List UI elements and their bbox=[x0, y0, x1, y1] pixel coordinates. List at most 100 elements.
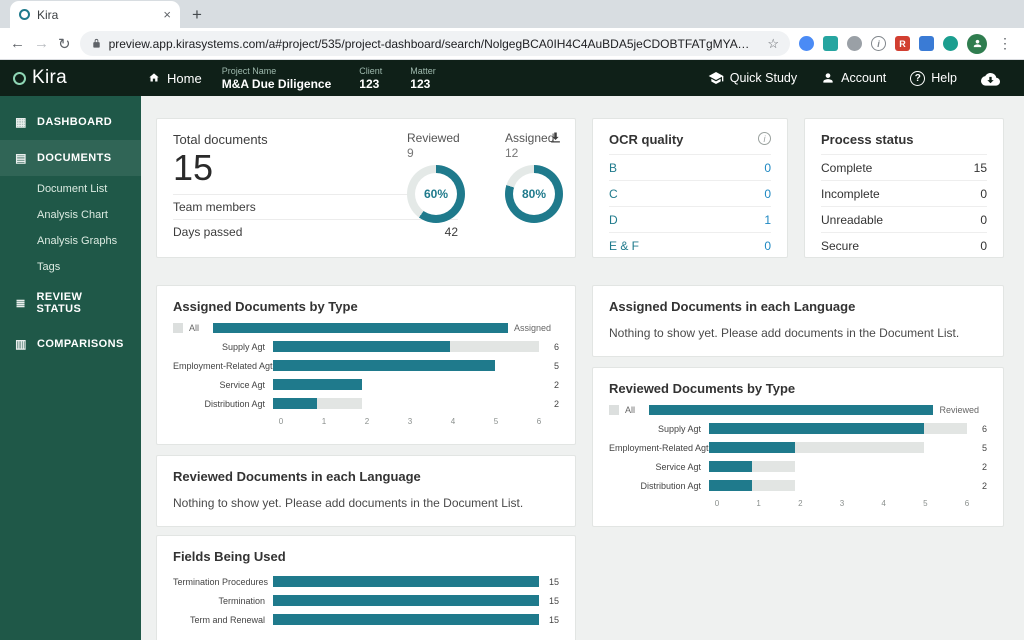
process-value: 0 bbox=[980, 238, 987, 253]
axis-tick-label: 1 bbox=[756, 499, 761, 508]
client-value: 123 bbox=[359, 76, 380, 91]
assigned-donut-chart: 80% bbox=[505, 165, 563, 223]
chart-rows: Supply Agt 6 Employment-Related Agt 5 Servic… bbox=[609, 423, 987, 491]
chart-row: Employment-Related Agt 5 bbox=[609, 442, 987, 453]
ocr-grade-count[interactable]: 0 bbox=[764, 187, 771, 201]
sidebar-item-dashboard[interactable]: ▦ DASHBOARD bbox=[0, 104, 141, 140]
browser-window: Kira × + ← → ↻ preview.app.kirasystems.c… bbox=[0, 0, 1024, 640]
bar-value bbox=[273, 614, 539, 625]
bar-track bbox=[273, 379, 539, 390]
nav-home[interactable]: Home bbox=[147, 71, 202, 86]
bar-total-label: 2 bbox=[981, 461, 987, 472]
bookmark-star-icon[interactable]: ☆ bbox=[767, 36, 779, 52]
sidebar-item-documents[interactable]: ▤ DOCUMENTS bbox=[0, 140, 141, 176]
ocr-grade-count[interactable]: 0 bbox=[764, 161, 771, 175]
extension-icon[interactable] bbox=[799, 36, 814, 51]
project-name-caption: Project Name bbox=[221, 65, 277, 76]
quick-study-button[interactable]: Quick Study bbox=[708, 70, 797, 86]
bar-value bbox=[709, 423, 924, 434]
empty-state-text: Nothing to show yet. Please add document… bbox=[609, 326, 960, 340]
sidebar-item-review-status[interactable]: ≣ REVIEW STATUS bbox=[0, 280, 141, 326]
ocr-grade-link[interactable]: C bbox=[609, 187, 618, 201]
matter-caption: Matter bbox=[410, 65, 436, 76]
axis-tick-label: 3 bbox=[407, 417, 413, 426]
info-icon[interactable]: i bbox=[758, 132, 771, 145]
bar-value bbox=[709, 480, 752, 491]
info-icon[interactable]: i bbox=[871, 36, 886, 51]
person-icon bbox=[973, 39, 981, 48]
bar-category-label: Service Agt bbox=[655, 461, 701, 472]
legend-label: Reviewed bbox=[939, 405, 979, 415]
documents-icon: ▤ bbox=[15, 151, 27, 165]
reviewed-label: Reviewed bbox=[407, 131, 460, 145]
reviewed-donut-group: Reviewed 9 60% bbox=[407, 131, 485, 223]
bar-total-label: 15 bbox=[548, 576, 559, 587]
kira-logo[interactable]: Kira bbox=[0, 67, 141, 89]
chart-row: Termination 15 bbox=[173, 595, 559, 606]
sidebar-item-analysis-graphs[interactable]: Analysis Graphs bbox=[0, 228, 141, 254]
bar-category-label: Supply Agt bbox=[657, 423, 701, 434]
bar-category-label: Term and Renewal bbox=[189, 614, 265, 625]
browser-tab[interactable]: Kira × bbox=[10, 1, 180, 28]
ocr-grade-link[interactable]: B bbox=[609, 161, 617, 175]
address-bar[interactable]: preview.app.kirasystems.com/a#project/53… bbox=[79, 31, 790, 56]
process-value: 0 bbox=[980, 212, 987, 227]
extension-camera-icon[interactable] bbox=[823, 36, 838, 51]
bar-total-label: 15 bbox=[548, 614, 559, 625]
process-label: Incomplete bbox=[821, 186, 880, 201]
card-title: Reviewed Documents in each Language bbox=[173, 469, 421, 484]
lock-icon bbox=[92, 38, 100, 48]
chart-legend: All Assigned bbox=[173, 323, 559, 333]
sidebar-item-analysis-chart[interactable]: Analysis Chart bbox=[0, 202, 141, 228]
home-label: Home bbox=[167, 70, 202, 86]
chart-row: Distribution Agt 2 bbox=[173, 398, 559, 409]
help-button[interactable]: ? Help bbox=[910, 70, 957, 86]
chart-row: Employment-Related Agt 5 bbox=[173, 360, 559, 371]
extension-r-icon[interactable]: R bbox=[895, 36, 910, 51]
bar-category-label: Distribution Agt bbox=[204, 398, 265, 409]
axis-tick-label: 6 bbox=[964, 499, 970, 508]
assigned-label: Assigned bbox=[505, 131, 555, 145]
bar-total-label: 2 bbox=[553, 379, 559, 390]
extension-icon[interactable] bbox=[919, 36, 934, 51]
bar-value bbox=[273, 576, 539, 587]
ocr-grade-link[interactable]: E & F bbox=[609, 239, 639, 253]
tab-close-icon[interactable]: × bbox=[163, 7, 171, 22]
card-title: Assigned Documents in each Language bbox=[609, 299, 856, 314]
bar-category-label: Employment-Related Agt bbox=[173, 360, 273, 371]
download-report-button[interactable] bbox=[548, 130, 563, 145]
bar-total-label: 6 bbox=[981, 423, 987, 434]
cloud-download-button[interactable] bbox=[981, 71, 1000, 86]
bar-value bbox=[273, 398, 318, 409]
question-icon: ? bbox=[910, 70, 926, 86]
ocr-grade-link[interactable]: D bbox=[609, 213, 618, 227]
url-text: preview.app.kirasystems.com/a#project/53… bbox=[108, 36, 761, 51]
new-tab-button[interactable]: + bbox=[192, 1, 202, 28]
ocr-grade-count[interactable]: 0 bbox=[764, 239, 771, 253]
forward-button[interactable]: → bbox=[34, 35, 49, 52]
sidebar-item-comparisons[interactable]: ▥ COMPARISONS bbox=[0, 326, 141, 362]
person-icon bbox=[823, 73, 833, 83]
back-button[interactable]: ← bbox=[10, 35, 25, 52]
card-title: Assigned Documents by Type bbox=[173, 299, 358, 314]
legend-label: Assigned bbox=[513, 323, 551, 333]
process-label: Secure bbox=[821, 238, 860, 253]
browser-menu-button[interactable]: ⋮ bbox=[996, 35, 1014, 52]
bar-track bbox=[709, 461, 967, 472]
profile-avatar[interactable] bbox=[967, 33, 987, 54]
kira-favicon-icon bbox=[19, 9, 30, 20]
bar-total-label: 5 bbox=[981, 442, 987, 453]
account-button[interactable]: Account bbox=[821, 71, 886, 85]
reload-button[interactable]: ↻ bbox=[58, 35, 71, 53]
project-name-value: M&A Due Diligence bbox=[221, 76, 332, 91]
axis-tick-label: 3 bbox=[839, 499, 845, 508]
days-passed-label: Days passed bbox=[173, 225, 243, 239]
card-title: Fields Being Used bbox=[173, 549, 286, 564]
sidebar-item-document-list[interactable]: Document List bbox=[0, 176, 141, 202]
extension-icon[interactable] bbox=[943, 36, 958, 51]
extension-icon[interactable] bbox=[847, 36, 862, 51]
sidebar-item-tags[interactable]: Tags bbox=[0, 254, 141, 280]
legend-swatch-assigned bbox=[213, 323, 508, 333]
ocr-grade-count[interactable]: 1 bbox=[764, 213, 771, 227]
legend-swatch-reviewed bbox=[649, 405, 934, 415]
